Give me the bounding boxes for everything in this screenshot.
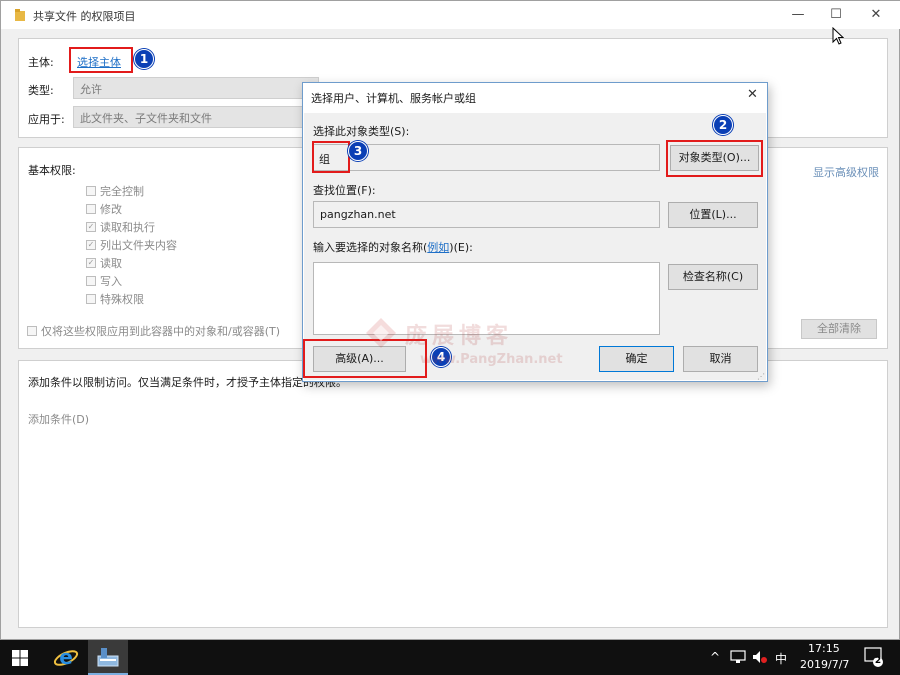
select-principal-link[interactable]: 选择主体 (77, 54, 121, 70)
annotation-box-3 (312, 141, 350, 173)
clear-all-button[interactable]: 全部清除 (801, 319, 877, 339)
permission-list: 完全控制 修改 ✓ 读取和执行 ✓ 列出文件夹内容 ✓ 读取 写入 特殊权限 (86, 182, 177, 308)
clock-date[interactable]: 2019/7/7 (800, 658, 849, 671)
annotation-marker-2: 2 (713, 115, 733, 135)
checkbox-checked[interactable]: ✓ (86, 258, 96, 268)
minimize-button[interactable]: — (787, 5, 809, 25)
checkbox[interactable] (86, 276, 96, 286)
permission-item-full-control[interactable]: 完全控制 (86, 182, 177, 200)
annotation-marker-3: 3 (348, 141, 368, 161)
check-names-button[interactable]: 检查名称(C) (668, 264, 758, 290)
maximize-button[interactable]: ☐ (825, 5, 847, 25)
mouse-cursor-icon (832, 27, 844, 45)
dialog-title: 选择用户、计算机、服务帐户或组 (311, 92, 476, 105)
checkbox[interactable] (86, 186, 96, 196)
internet-explorer-icon[interactable]: e (53, 645, 79, 671)
watermark-cn: 庞展博客 (405, 323, 514, 349)
applies-to-select[interactable]: 此文件夹、子文件夹和文件 (73, 106, 319, 128)
permission-item-read[interactable]: ✓ 读取 (86, 254, 177, 272)
object-types-label: 选择此对象类型(S): (313, 125, 410, 138)
permission-item-list-folder[interactable]: ✓ 列出文件夹内容 (86, 236, 177, 254)
checkbox[interactable] (86, 294, 96, 304)
notification-count: 2 (874, 656, 882, 666)
location-label: 查找位置(F): (313, 184, 376, 197)
type-select[interactable]: 允许 (73, 77, 319, 99)
watermark-logo-icon (364, 316, 398, 353)
taskbar: e ^ 中 17:15 2019/7/7 2 (0, 640, 900, 675)
permission-item-modify[interactable]: 修改 (86, 200, 177, 218)
resize-grip-icon[interactable]: ⋰ (757, 372, 765, 381)
type-label: 类型: (28, 84, 54, 97)
network-icon[interactable] (730, 650, 746, 664)
checkbox[interactable] (27, 326, 37, 336)
applies-to-label: 应用于: (28, 113, 65, 126)
permission-item-write[interactable]: 写入 (86, 272, 177, 290)
title-bar: 共享文件 的权限项目 — ☐ ✕ (1, 1, 900, 29)
watermark-en: www.PangZhan.net (420, 352, 563, 367)
taskbar-file-explorer-button[interactable] (88, 640, 128, 675)
permission-item-special[interactable]: 特殊权限 (86, 290, 177, 308)
conditions-description: 添加条件以限制访问。仅当满足条件时，才授予主体指定的权限。 (28, 376, 347, 389)
permission-item-read-execute[interactable]: ✓ 读取和执行 (86, 218, 177, 236)
show-hidden-icons-chevron-icon[interactable]: ^ (710, 650, 720, 664)
names-label: 输入要选择的对象名称(例如)(E): (313, 241, 473, 254)
conditions-panel (18, 360, 888, 628)
show-advanced-permissions-link[interactable]: 显示高级权限 (813, 164, 879, 180)
object-types-value: 组 (319, 153, 330, 166)
clock-time[interactable]: 17:15 (808, 642, 840, 655)
windows-start-icon[interactable] (12, 650, 28, 666)
cancel-button[interactable]: 取消 (683, 346, 758, 372)
add-condition-link[interactable]: 添加条件(D) (28, 411, 89, 427)
close-button[interactable]: ✕ (865, 5, 887, 25)
volume-muted-icon[interactable] (752, 650, 768, 664)
apply-inherit-checkbox[interactable]: 仅将这些权限应用到此容器中的对象和/或容器(T) (27, 322, 280, 340)
examples-link[interactable]: 例如 (427, 241, 449, 254)
input-method-indicator[interactable]: 中 (775, 650, 787, 667)
ok-button[interactable]: 确定 (599, 346, 674, 372)
checkbox-checked[interactable]: ✓ (86, 222, 96, 232)
window-title: 共享文件 的权限项目 (33, 10, 136, 23)
server-manager-icon (97, 648, 119, 667)
checkbox[interactable] (86, 204, 96, 214)
checkbox-checked[interactable]: ✓ (86, 240, 96, 250)
object-types-button[interactable]: 对象类型(O)... (670, 145, 759, 171)
dialog-close-button[interactable]: ✕ (747, 87, 758, 102)
action-center-icon[interactable]: 2 (864, 646, 884, 668)
location-button[interactable]: 位置(L)... (668, 202, 758, 228)
principal-label: 主体: (28, 56, 54, 69)
location-field: pangzhan.net (313, 201, 660, 228)
annotation-marker-1: 1 (134, 49, 154, 69)
folder-icon (15, 9, 25, 21)
basic-permissions-heading: 基本权限: (28, 164, 76, 177)
svg-text:e: e (59, 645, 73, 669)
